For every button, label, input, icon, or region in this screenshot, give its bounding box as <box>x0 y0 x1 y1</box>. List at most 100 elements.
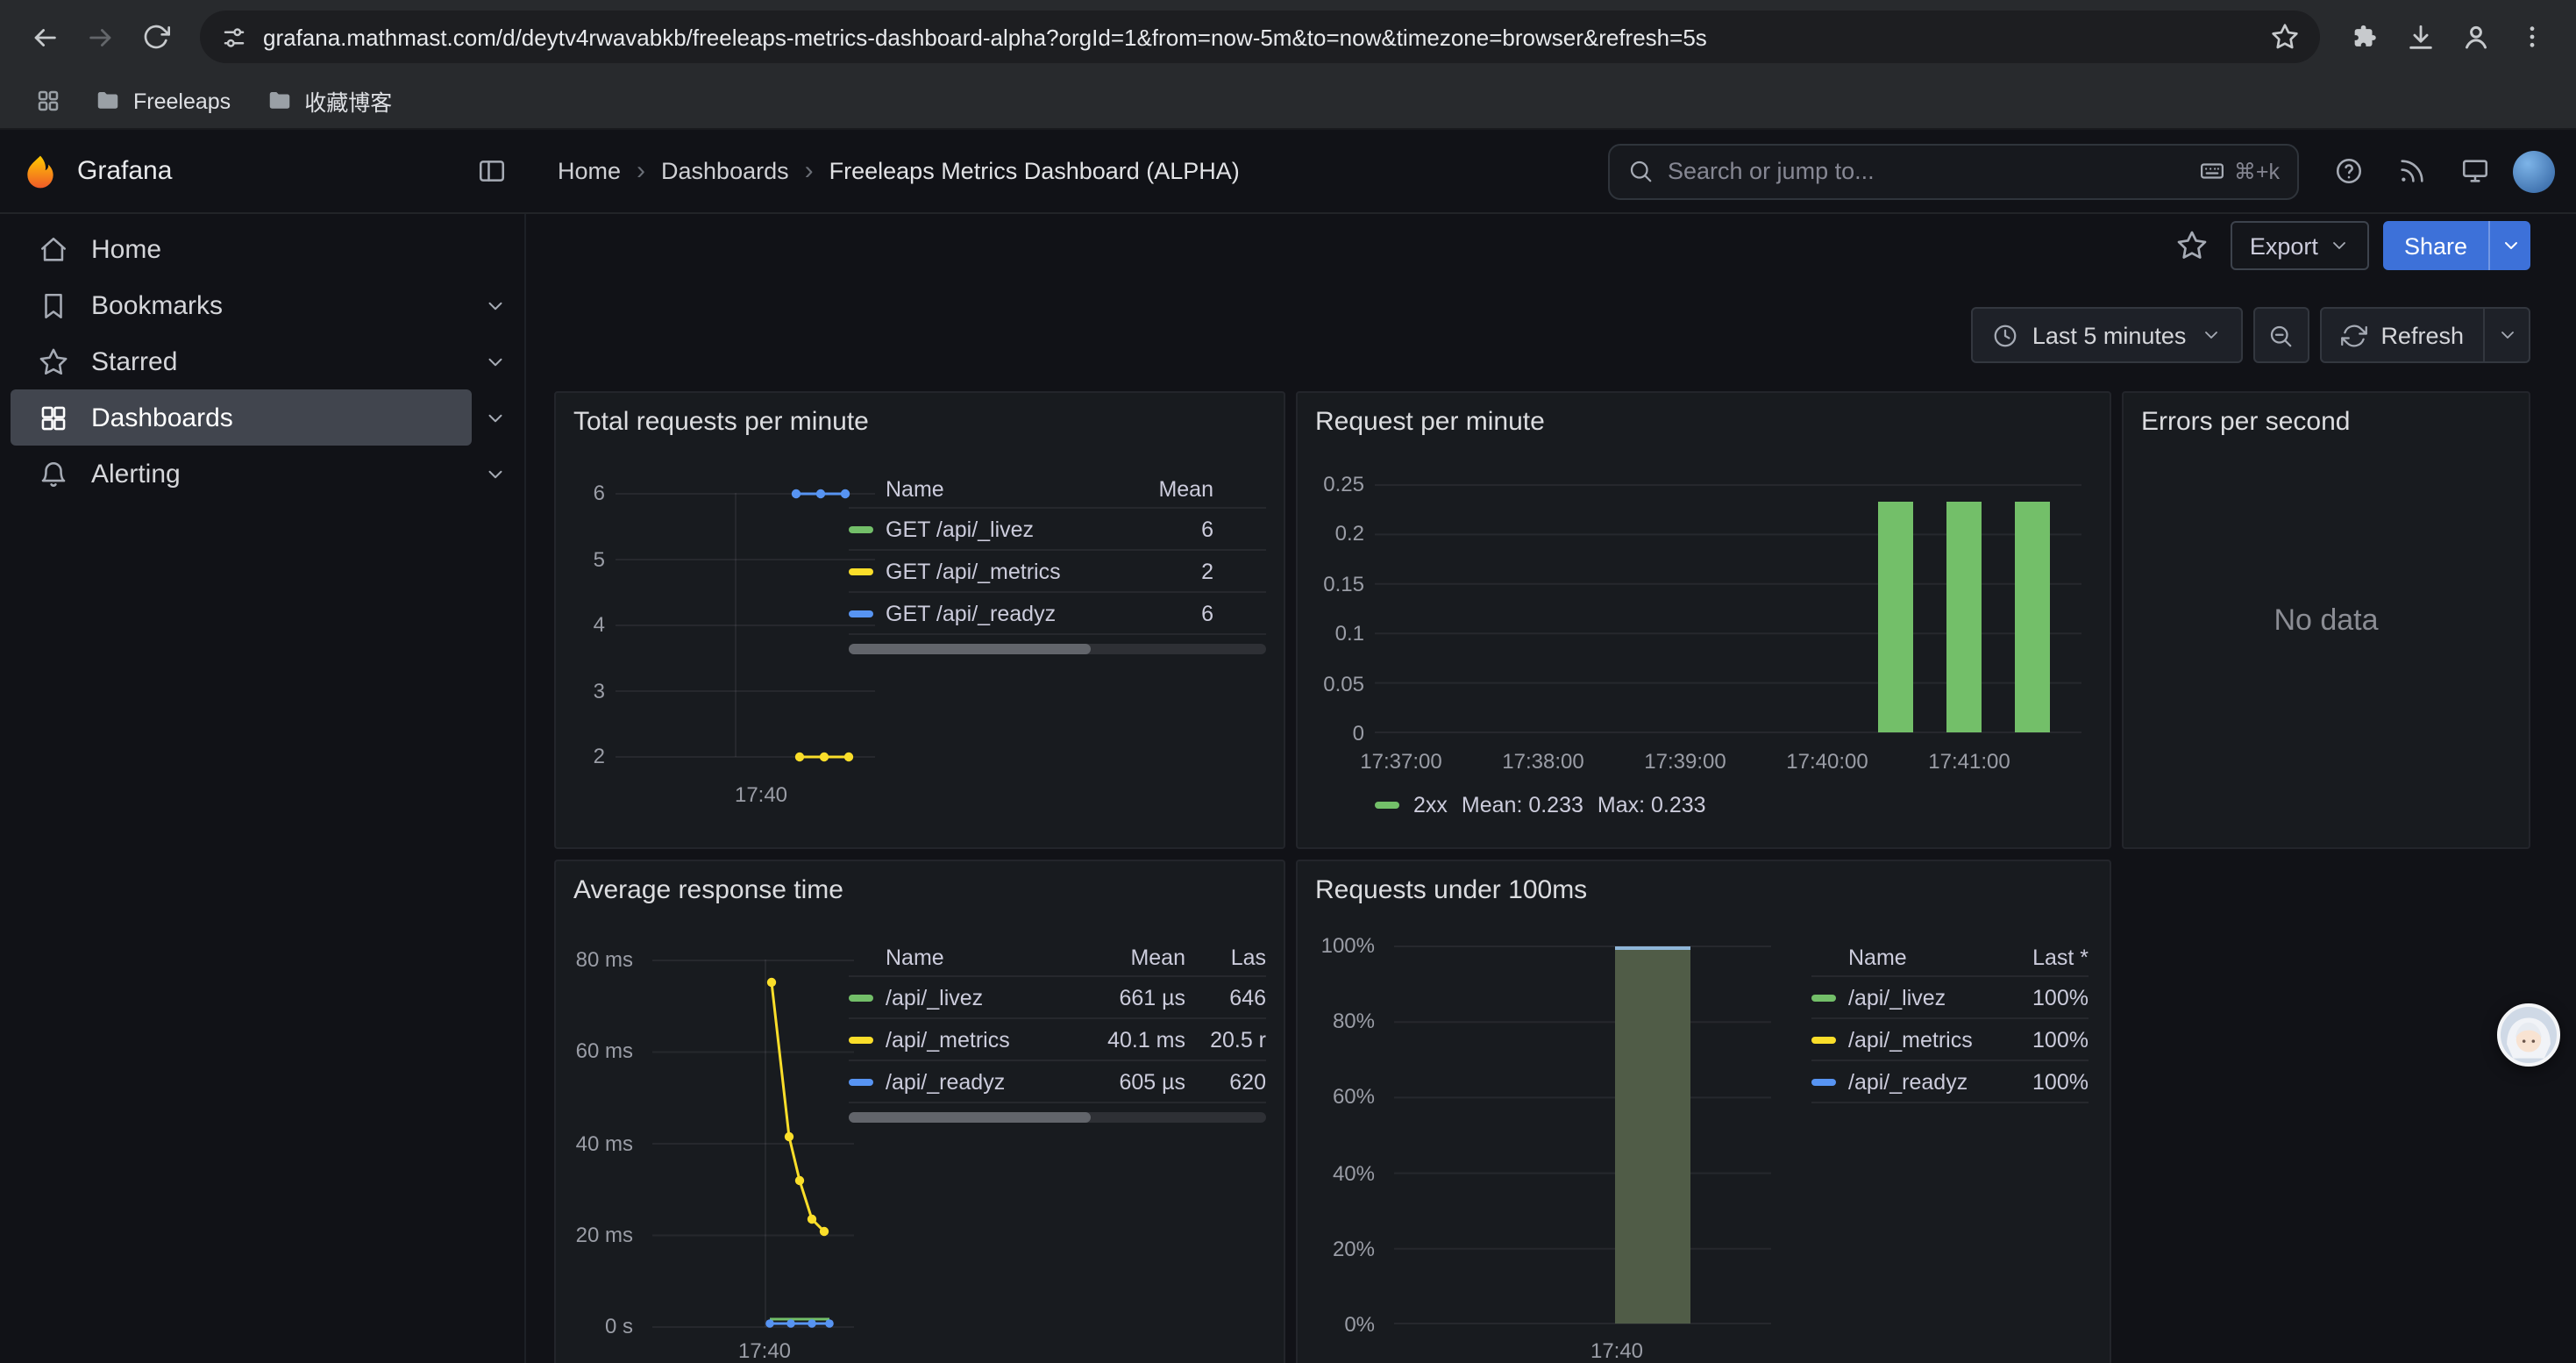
time-range-picker[interactable]: Last 5 minutes <box>1971 307 2243 363</box>
legend-row[interactable]: /api/_metrics40.1 ms20.5 r <box>849 1019 1266 1061</box>
legend-row[interactable]: GET /api/_readyz6 <box>849 593 1266 635</box>
site-settings-icon[interactable] <box>221 24 247 50</box>
legend-row[interactable]: GET /api/_metrics2 <box>849 551 1266 593</box>
requests-under-100ms-plot <box>1394 946 1771 1324</box>
legend-row[interactable]: /api/_readyz605 µs620 <box>849 1061 1266 1103</box>
panel-request-per-minute: Request per minute 0.250.20.150.10.050 <box>1296 391 2111 849</box>
legend-row[interactable]: /api/_readyz100% <box>1811 1061 2089 1103</box>
refresh-icon <box>2340 322 2366 348</box>
favorite-star-icon[interactable] <box>2167 221 2217 270</box>
tv-mode-icon[interactable] <box>2450 146 2499 196</box>
panel-title[interactable]: Requests under 100ms <box>1298 861 2110 917</box>
no-data-message: No data <box>2124 603 2529 639</box>
floating-avatar-widget[interactable] <box>2497 1003 2560 1067</box>
legend-row[interactable]: /api/_metrics100% <box>1811 1019 2089 1061</box>
dashboards-icon <box>39 403 68 432</box>
url-bar[interactable]: grafana.mathmast.com/d/deytv4rwavabkb/fr… <box>200 11 2320 63</box>
dashboard-canvas: Last 5 minutes Refresh <box>526 277 2576 1363</box>
user-avatar[interactable] <box>2513 150 2555 192</box>
avatar-image <box>2501 1007 2557 1063</box>
panel-title[interactable]: Total requests per minute <box>556 393 1284 449</box>
response-time-plot <box>652 960 854 1328</box>
legend-row[interactable]: /api/_livez661 µs646 <box>849 977 1266 1019</box>
sidebar-item-label: Bookmarks <box>91 290 223 320</box>
downloads-icon[interactable] <box>2394 11 2446 63</box>
y-axis: 65432 <box>570 481 605 768</box>
panel-title[interactable]: Average response time <box>556 861 1284 917</box>
chevron-down-icon[interactable] <box>472 339 517 384</box>
search-input[interactable] <box>1668 158 2185 184</box>
sidebar-nav: Home Bookmarks Starred <box>0 214 526 1363</box>
news-rss-icon[interactable] <box>2387 146 2436 196</box>
time-controls: Last 5 minutes Refresh <box>554 307 2530 363</box>
header-icons <box>2323 146 2555 196</box>
legend-row[interactable]: 2xx Mean: 0.233 Max: 0.233 <box>1375 793 1706 817</box>
breadcrumb-home[interactable]: Home <box>558 158 621 184</box>
apps-grid-icon[interactable] <box>21 75 74 127</box>
share-dropdown-icon[interactable] <box>2488 221 2530 270</box>
y-axis: 80 ms60 ms40 ms20 ms0 s <box>556 947 633 1338</box>
breadcrumb-current: Freeleaps Metrics Dashboard (ALPHA) <box>829 158 1240 184</box>
chevron-down-icon[interactable] <box>472 395 517 440</box>
share-button[interactable]: Share <box>2383 221 2530 270</box>
back-button[interactable] <box>18 11 70 63</box>
bookmark-item[interactable]: 收藏博客 <box>252 77 406 125</box>
legend-header-mean[interactable]: Mean <box>1115 476 1213 501</box>
series-color-yellow <box>849 1036 873 1043</box>
sidebar-item-bookmarks[interactable]: Bookmarks <box>0 277 524 333</box>
chevron-down-icon[interactable] <box>472 282 517 328</box>
sidebar-item-home[interactable]: Home <box>0 221 524 277</box>
extensions-icon[interactable] <box>2338 11 2390 63</box>
bookmark-star-icon[interactable] <box>2271 23 2299 51</box>
legend-scrollbar[interactable] <box>849 644 1266 654</box>
search-box[interactable]: ⌘+k <box>1608 143 2299 199</box>
bookmark-label: Freeleaps <box>133 89 231 113</box>
series-color-blue <box>1811 1078 1836 1085</box>
grafana-header: Grafana Home › Dashboards › Freeleaps Me… <box>0 130 2576 214</box>
series-color-yellow <box>1811 1036 1836 1043</box>
url-text[interactable]: grafana.mathmast.com/d/deytv4rwavabkb/fr… <box>263 24 2255 50</box>
forward-button[interactable] <box>74 11 126 63</box>
help-icon[interactable] <box>2323 146 2373 196</box>
series-color-green <box>849 525 873 532</box>
panel-title[interactable]: Request per minute <box>1298 393 2110 449</box>
profile-icon[interactable] <box>2450 11 2502 63</box>
brand-area: Grafana <box>21 146 533 196</box>
refresh-interval-dropdown[interactable] <box>2483 309 2529 361</box>
panel-requests-under-100ms: Requests under 100ms 100%80%60%40%20%0% … <box>1296 860 2111 1363</box>
legend-row[interactable]: /api/_livez100% <box>1811 977 2089 1019</box>
grafana-logo <box>21 152 60 190</box>
y-axis: 0.250.20.150.10.050 <box>1298 472 1364 746</box>
zoom-out-button[interactable] <box>2252 307 2309 363</box>
star-icon <box>39 346 68 376</box>
bell-icon <box>39 459 68 489</box>
legend-table: NameMean GET /api/_livez6 GET /api/_metr… <box>849 470 1266 654</box>
brand-name: Grafana <box>77 156 172 186</box>
panel-errors-per-second: Errors per second No data <box>2122 391 2530 849</box>
folder-icon <box>95 88 121 114</box>
panel-grid: Total requests per minute 65432 <box>554 391 2530 1363</box>
sidebar-item-starred[interactable]: Starred <box>0 333 524 389</box>
sidebar-item-alerting[interactable]: Alerting <box>0 446 524 502</box>
refresh-button[interactable]: Refresh <box>2319 307 2530 363</box>
export-button[interactable]: Export <box>2231 221 2369 270</box>
dock-menu-icon[interactable] <box>466 146 516 196</box>
breadcrumb-dashboards[interactable]: Dashboards <box>661 158 789 184</box>
sidebar-item-label: Alerting <box>91 459 181 489</box>
legend-row[interactable]: GET /api/_livez6 <box>849 509 1266 551</box>
bookmark-icon <box>39 290 68 320</box>
series-color-green <box>1811 994 1836 1001</box>
y-axis: 100%80%60%40%20%0% <box>1298 933 1375 1337</box>
legend-header-name[interactable]: Name <box>849 476 1115 501</box>
series-color-blue <box>849 1078 873 1085</box>
sidebar-item-dashboards[interactable]: Dashboards <box>0 389 524 446</box>
chevron-down-icon[interactable] <box>472 451 517 496</box>
legend-scrollbar[interactable] <box>849 1112 1266 1123</box>
x-axis: 17:37:00 17:38:00 17:39:00 17:40:00 17:4… <box>1375 749 2081 774</box>
reload-button[interactable] <box>130 11 182 63</box>
panel-title[interactable]: Errors per second <box>2124 393 2529 449</box>
series-color-green <box>1375 802 1399 809</box>
bookmark-item[interactable]: Freeleaps <box>81 81 245 121</box>
grafana-app: Grafana Home › Dashboards › Freeleaps Me… <box>0 130 2576 1363</box>
menu-icon[interactable] <box>2506 11 2558 63</box>
